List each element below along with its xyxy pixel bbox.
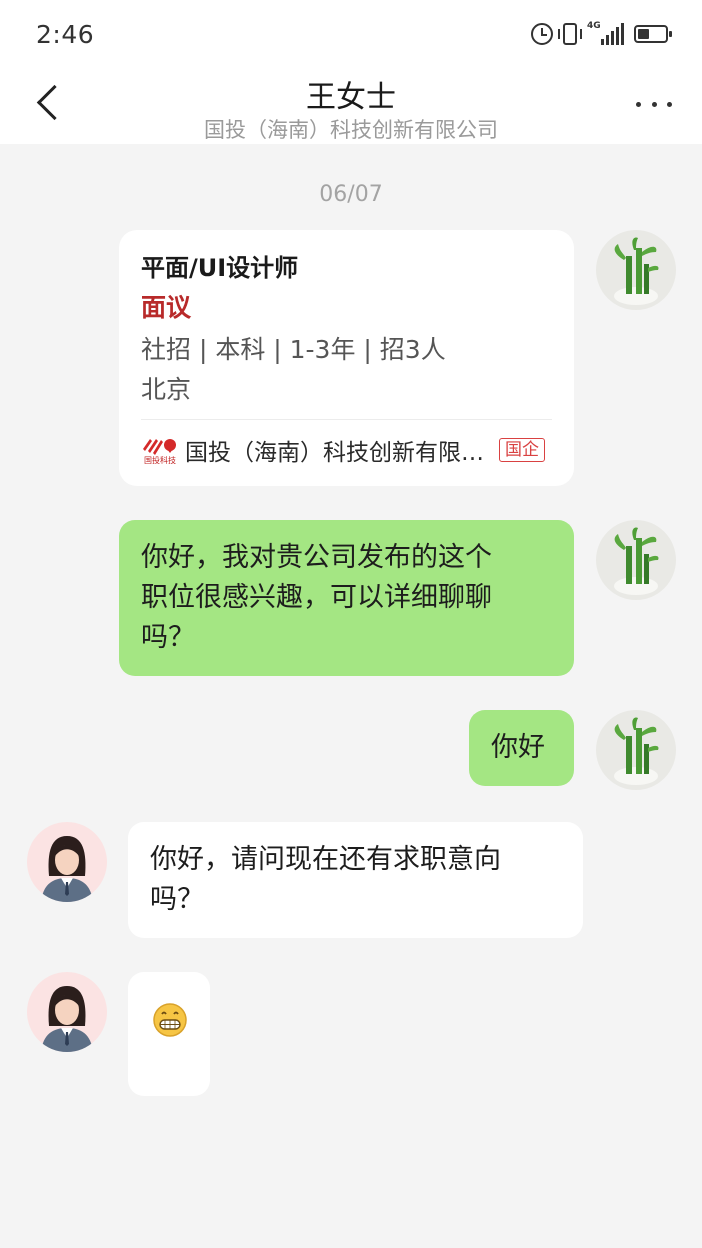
- status-time: 2:46: [36, 20, 95, 49]
- bamboo-plant-avatar-icon: [596, 230, 676, 310]
- recruiter-avatar[interactable]: [27, 972, 107, 1052]
- job-salary: 面议: [141, 293, 192, 322]
- job-company-name: 国投（海南）科技创新有限公司: [185, 440, 485, 466]
- company-type-badge: 国企: [499, 438, 545, 462]
- recruiter-avatar[interactable]: [27, 822, 107, 902]
- battery-icon: [634, 25, 672, 43]
- message-text: 你好: [491, 732, 545, 763]
- message-text-line: 吗？: [150, 884, 204, 915]
- vibrate-icon: [558, 23, 582, 45]
- bamboo-plant-avatar-icon: [596, 710, 676, 790]
- woman-avatar-icon: [27, 972, 107, 1052]
- job-requirements: 社招 | 本科 | 1-3年 | 招3人: [141, 335, 446, 364]
- message-text-line: 吗？: [141, 622, 195, 653]
- network-type: 4G: [587, 21, 601, 31]
- my-avatar[interactable]: [596, 230, 676, 310]
- job-card[interactable]: 平面/UI设计师 面议 社招 | 本科 | 1-3年 | 招3人 北京 国投科技…: [119, 230, 574, 486]
- contact-company: 国投（海南）科技创新有限公司: [204, 118, 498, 142]
- chat-date: 06/07: [319, 182, 383, 207]
- grinning-face-emoji-icon: [153, 1003, 187, 1037]
- status-bar: 2:46 4G: [0, 0, 702, 68]
- job-location: 北京: [141, 375, 192, 404]
- card-divider: [141, 419, 552, 420]
- woman-avatar-icon: [27, 822, 107, 902]
- my-message-bubble[interactable]: 你好: [469, 710, 574, 786]
- bamboo-plant-avatar-icon: [596, 520, 676, 600]
- my-avatar[interactable]: [596, 520, 676, 600]
- message-text-line: 你好，请问现在还有求职意向: [150, 844, 501, 875]
- more-options-icon[interactable]: [636, 92, 672, 116]
- status-icons: 4G: [531, 20, 672, 48]
- message-text-line: 职位很感兴趣，可以详细聊聊: [141, 582, 492, 613]
- recruiter-message-bubble[interactable]: 你好，请问现在还有求职意向 吗？: [128, 822, 583, 938]
- job-title: 平面/UI设计师: [141, 254, 299, 282]
- my-message-bubble[interactable]: 你好，我对贵公司发布的这个 职位很感兴趣，可以详细聊聊 吗？: [119, 520, 574, 676]
- my-avatar[interactable]: [596, 710, 676, 790]
- company-logo-icon: 国投科技: [143, 439, 176, 465]
- message-text-line: 你好，我对贵公司发布的这个: [141, 542, 492, 573]
- contact-name: 王女士: [306, 80, 396, 115]
- alarm-icon: [531, 23, 553, 45]
- signal-icon: 4G: [587, 21, 624, 45]
- chat-header: 王女士 国投（海南）科技创新有限公司: [0, 68, 702, 144]
- company-logo-text: 国投科技: [144, 455, 176, 465]
- job-company-row[interactable]: 国投科技 国投（海南）科技创新有限公司 国企: [141, 432, 552, 468]
